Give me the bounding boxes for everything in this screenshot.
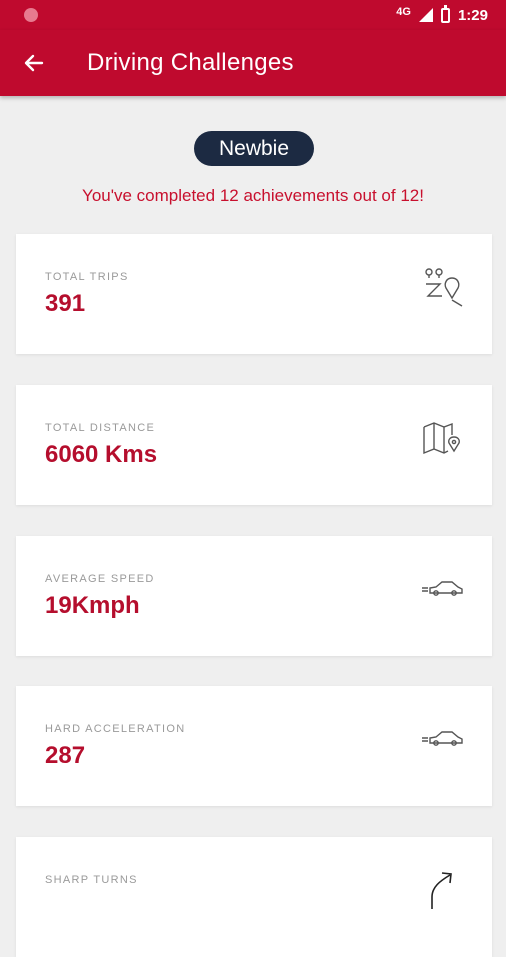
stat-value: 287 bbox=[45, 742, 86, 769]
level-badge: Newbie bbox=[194, 131, 314, 166]
stat-label: TOTAL TRIPS bbox=[45, 271, 129, 283]
stat-card-average-speed: AVERAGE SPEED 19Kmph bbox=[16, 536, 492, 656]
notification-dot-icon bbox=[24, 8, 38, 22]
signal-icon bbox=[418, 8, 433, 22]
stat-label: SHARP TURNS bbox=[45, 874, 138, 886]
app-bar: Driving Challenges bbox=[0, 30, 506, 96]
car-speed-icon bbox=[422, 581, 463, 596]
status-bar: 4G 1:29 bbox=[0, 0, 506, 30]
achievements-summary: You've completed 12 achievements out of … bbox=[82, 186, 424, 205]
stat-card-total-distance: TOTAL DISTANCE 6060 Kms bbox=[16, 385, 492, 505]
back-button[interactable] bbox=[20, 49, 48, 77]
stat-value: 391 bbox=[45, 290, 86, 317]
stat-label: TOTAL DISTANCE bbox=[45, 422, 156, 434]
map-pin-icon bbox=[423, 422, 460, 455]
car-acceleration-icon bbox=[422, 731, 463, 746]
route-pins-icon bbox=[425, 268, 463, 307]
arrow-left-icon bbox=[24, 54, 44, 72]
page-title: Driving Challenges bbox=[87, 49, 294, 76]
battery-icon bbox=[440, 4, 450, 23]
status-icons: 4G 1:29 bbox=[396, 0, 488, 30]
stat-value: 19Kmph bbox=[45, 592, 140, 619]
stat-value: 6060 Kms bbox=[45, 441, 158, 468]
stat-label: HARD ACCELERATION bbox=[45, 723, 186, 735]
clock: 1:29 bbox=[457, 6, 488, 24]
turn-arrow-icon bbox=[431, 872, 452, 909]
stat-card-total-trips: TOTAL TRIPS 391 bbox=[16, 234, 492, 354]
stat-card-hard-acceleration: HARD ACCELERATION 287 bbox=[16, 686, 492, 806]
network-type: 4G bbox=[396, 6, 411, 18]
stat-card-sharp-turns: SHARP TURNS bbox=[16, 837, 492, 957]
stat-label: AVERAGE SPEED bbox=[45, 573, 155, 585]
